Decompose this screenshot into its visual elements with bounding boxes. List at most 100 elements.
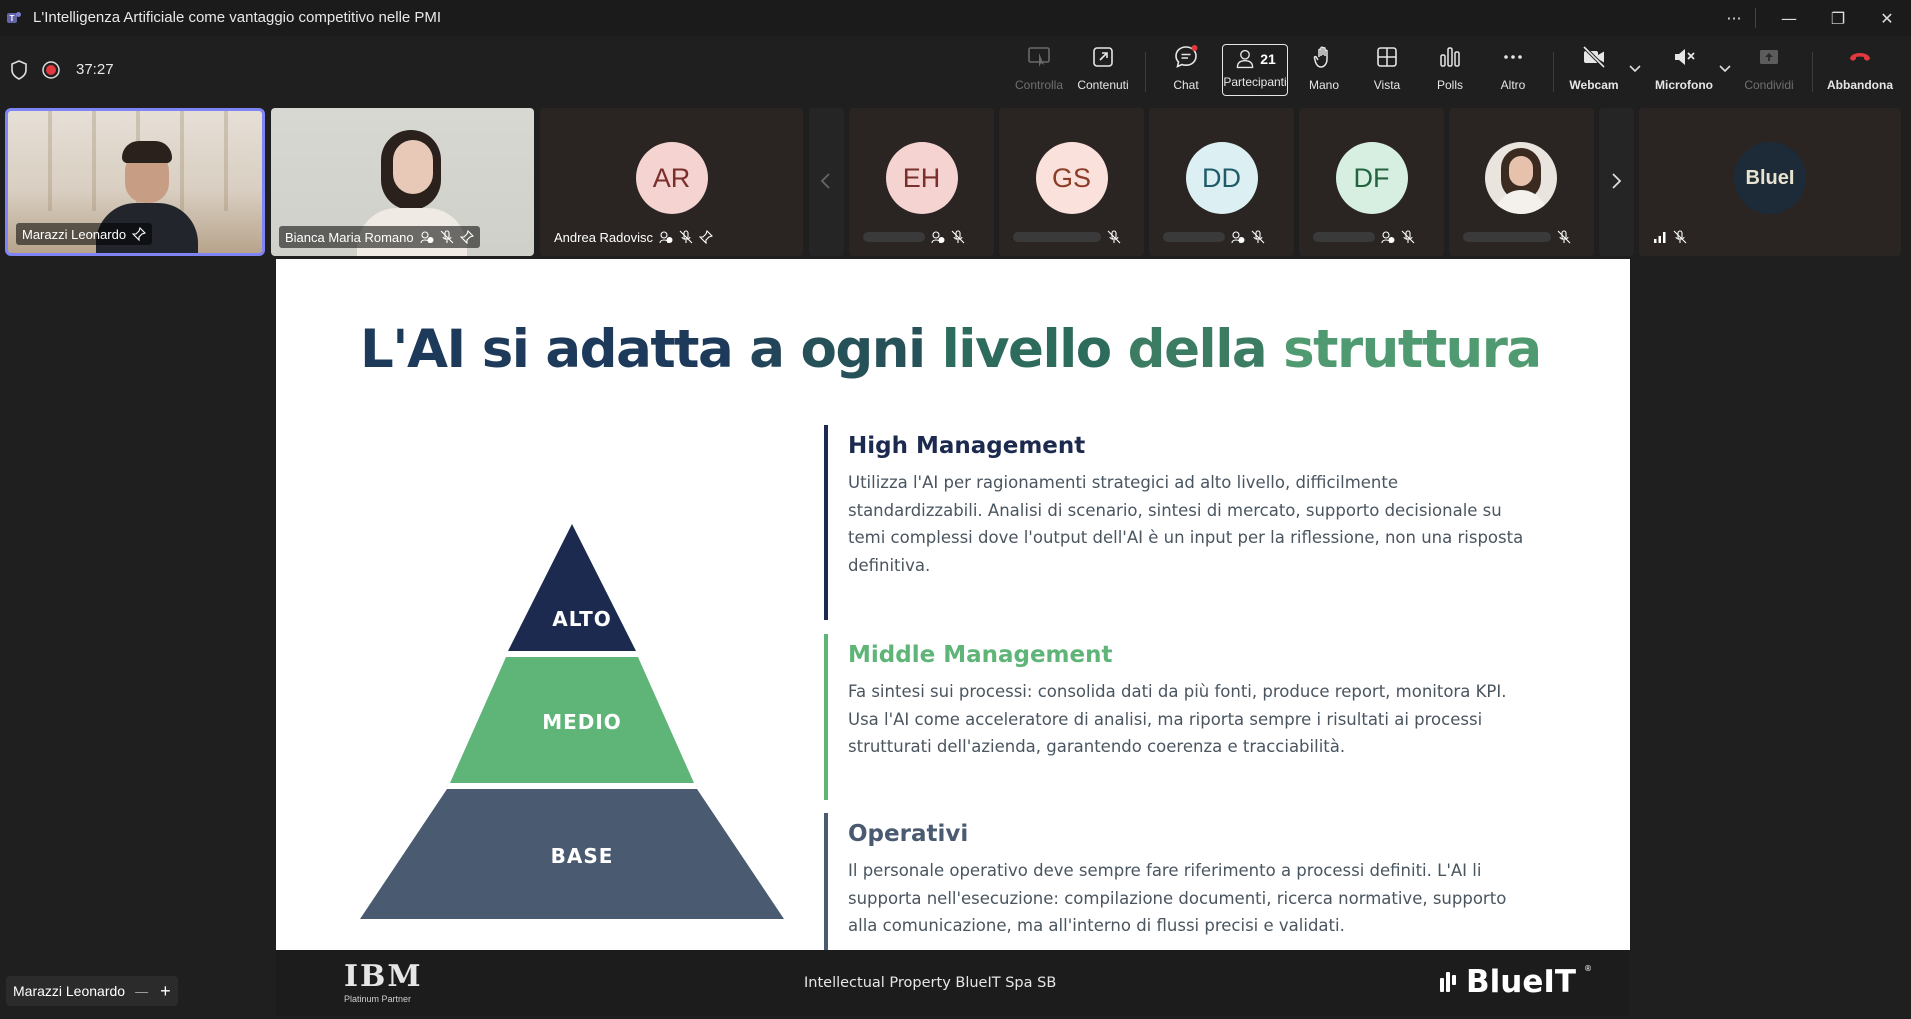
participant-name-redacted — [1313, 232, 1375, 242]
speaker-chip[interactable]: Marazzi Leonardo — + — [6, 976, 178, 1006]
meeting-timer: 37:27 — [76, 61, 114, 78]
titlebar-divider — [1755, 8, 1756, 28]
participant-tile[interactable]: GS — [999, 108, 1144, 256]
participant-info-icon — [931, 231, 945, 244]
chat-button[interactable]: Chat — [1165, 44, 1207, 100]
chat-label: Chat — [1173, 78, 1199, 92]
window-title: L'Intelligenza Artificiale come vantaggi… — [33, 9, 442, 26]
participant-name-redacted — [1013, 232, 1101, 242]
condividi-button[interactable]: Condividi — [1741, 44, 1797, 100]
more-icon — [1504, 55, 1522, 59]
pin-icon[interactable] — [132, 227, 147, 241]
mic-off-icon — [1107, 230, 1121, 244]
restore-button[interactable]: ❐ — [1818, 6, 1858, 30]
more-options-button[interactable]: ··· — [1714, 6, 1754, 30]
hang-up-icon — [1850, 53, 1870, 61]
participant-info-icon — [420, 231, 434, 244]
participant-info-icon — [1231, 231, 1245, 244]
participant-hair — [122, 141, 172, 163]
section-middle-management: Middle Management Fa sintesi sui process… — [824, 634, 1528, 800]
participant-strip: Marazzi Leonardo Bianca Maria Romano AR … — [0, 104, 1911, 260]
slide-title-word: a — [749, 319, 801, 380]
ibm-partner-label: Platinum Partner — [344, 994, 412, 1004]
participant-nameplate: Andrea Radovisc — [548, 226, 719, 248]
footer-copyright: Intellectual Property BlueIT Spa SB — [804, 975, 1057, 991]
participant-tile-video[interactable]: Bianca Maria Romano — [271, 108, 534, 256]
participant-name: Bianca Maria Romano — [285, 229, 414, 245]
chevron-right-icon — [1612, 173, 1622, 189]
participant-tile[interactable]: EH — [849, 108, 994, 256]
abbandona-button[interactable]: Abbandona — [1822, 44, 1898, 100]
toolbar-separator — [1145, 52, 1146, 92]
slide-title-word: ogni — [800, 319, 942, 380]
section-accent-bar — [824, 425, 828, 620]
controlla-label: Controlla — [1014, 78, 1064, 92]
slide-title-word: adatta — [545, 319, 750, 380]
participant-avatar: DF — [1335, 142, 1408, 214]
avatar-initials: GS — [1051, 162, 1091, 193]
pyramid-label-medio: MEDIO — [542, 710, 622, 734]
section-body: Utilizza l'AI per ragionamenti strategic… — [848, 473, 1524, 575]
minimize-button[interactable]: — — [1769, 6, 1809, 30]
pin-icon[interactable] — [459, 230, 474, 244]
meeting-toolbar: 37:27 Controlla Contenuti Chat 21 Partec… — [0, 36, 1911, 104]
polls-button[interactable]: Polls — [1429, 44, 1471, 100]
participant-tile[interactable] — [1449, 108, 1594, 256]
participant-tile[interactable]: BlueI — [1639, 108, 1901, 256]
avatar-initials: DD — [1202, 162, 1241, 193]
participant-nameplate — [1647, 226, 1693, 248]
previous-page-button[interactable] — [809, 108, 844, 256]
svg-text:T: T — [10, 14, 15, 23]
mic-muted-icon — [1675, 49, 1695, 65]
contenuti-label: Contenuti — [1077, 78, 1129, 92]
chat-icon — [1175, 45, 1198, 68]
vista-button[interactable]: Vista — [1366, 44, 1408, 100]
participant-nameplate — [857, 226, 971, 248]
view-grid-icon — [1377, 47, 1397, 67]
contenuti-button[interactable]: Contenuti — [1073, 44, 1133, 100]
microfono-button[interactable]: Microfono — [1651, 44, 1717, 100]
share-screen-icon — [1760, 50, 1778, 64]
close-window-button[interactable]: ✕ — [1867, 6, 1907, 30]
webcam-options-chevron-down-icon[interactable] — [1628, 60, 1642, 74]
participant-name: Andrea Radovisc — [554, 229, 653, 245]
partecipanti-button[interactable]: 21 Partecipanti — [1222, 44, 1288, 96]
slide-title: L'AI si adatta a ogni livello della stru… — [360, 319, 1542, 380]
zoom-out-button[interactable]: — — [135, 984, 148, 999]
participant-tile[interactable]: DD — [1149, 108, 1294, 256]
participant-info-icon — [1381, 231, 1395, 244]
mano-button[interactable]: Mano — [1303, 44, 1345, 100]
webcam-button[interactable]: Webcam — [1566, 44, 1622, 100]
avatar-initials: DF — [1353, 162, 1390, 193]
teams-app-icon: T — [6, 10, 22, 26]
people-icon — [1236, 49, 1254, 69]
section-operativi: Operativi Il personale operativo deve se… — [824, 813, 1528, 950]
participant-avatar: AR — [635, 142, 708, 214]
zoom-in-button[interactable]: + — [160, 981, 171, 1002]
slide-title-word: della — [1127, 319, 1284, 380]
vista-label: Vista — [1373, 78, 1401, 92]
mic-off-icon — [679, 230, 693, 244]
microfono-label: Microfono — [1655, 78, 1713, 92]
partecipanti-label: Partecipanti — [1223, 75, 1287, 89]
next-page-button[interactable] — [1599, 108, 1634, 256]
pin-icon[interactable] — [699, 230, 713, 244]
avatar-initials: EH — [902, 162, 941, 193]
participant-info-icon — [659, 231, 673, 244]
pyramid-top-level — [508, 524, 636, 651]
participant-tile[interactable]: DF — [1299, 108, 1444, 256]
participant-logo-avatar: BlueI — [1734, 142, 1806, 214]
camera-off-icon — [1582, 45, 1606, 69]
participant-nameplate — [1457, 226, 1577, 248]
slide-title-word: L'AI — [360, 319, 482, 380]
registered-mark: ® — [1584, 964, 1592, 973]
recording-icon — [41, 60, 61, 80]
altro-button[interactable]: Altro — [1492, 44, 1534, 100]
participant-tile-video[interactable]: Marazzi Leonardo — [5, 108, 265, 256]
participant-tile[interactable]: AR Andrea Radovisc — [540, 108, 803, 256]
share-content-icon — [1093, 47, 1113, 67]
controlla-button[interactable]: Controlla — [1011, 44, 1067, 100]
slide-footer: IBM Platinum Partner Intellectual Proper… — [276, 950, 1630, 1016]
mic-options-chevron-down-icon[interactable] — [1718, 60, 1732, 74]
webcam-label: Webcam — [1569, 78, 1619, 92]
